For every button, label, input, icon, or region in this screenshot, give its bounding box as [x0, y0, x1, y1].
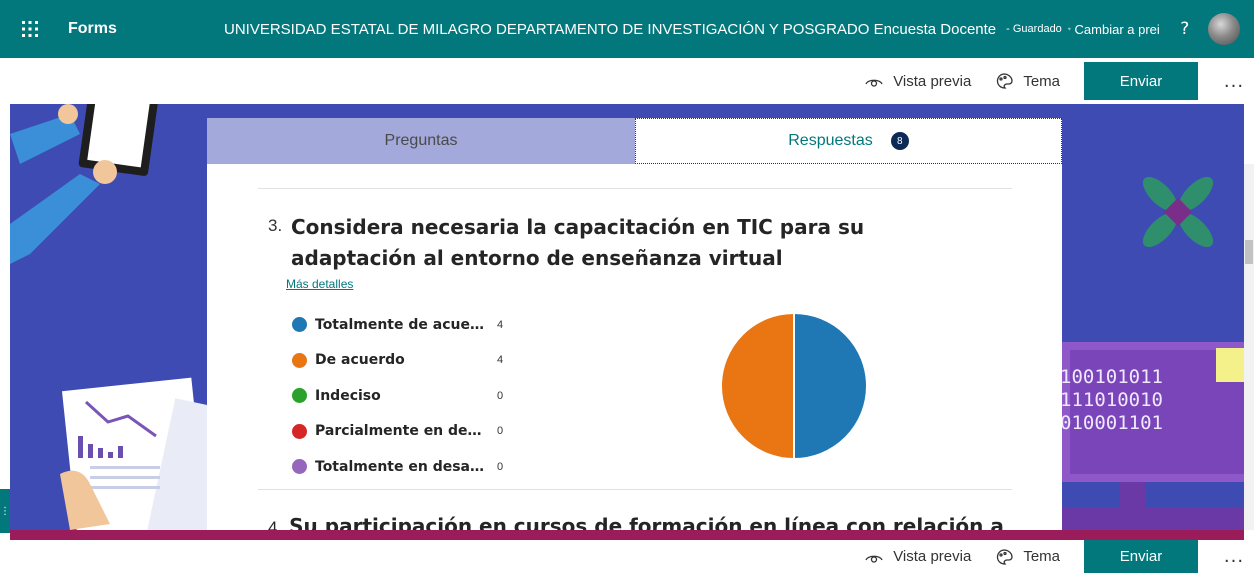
preview-label: Vista previa [893, 548, 972, 565]
avatar[interactable] [1207, 13, 1240, 45]
pie-slice[interactable] [720, 311, 795, 461]
divider [258, 188, 1012, 189]
legend-item: Indeciso 0 [292, 378, 512, 414]
switch-mode-label: Cambiar a prei [1074, 21, 1160, 37]
eye-icon [865, 555, 883, 563]
next-question-text: Su participación en cursos de formación … [289, 514, 1008, 530]
help-button[interactable]: ? [1174, 19, 1196, 39]
command-bar: Vista previa Tema Enviar ... [0, 58, 1254, 104]
legend-item: Totalmente en desacu... 0 [292, 449, 512, 485]
pie-slice[interactable] [793, 311, 868, 461]
legend-label: Parcialmente en desac... [315, 423, 485, 440]
theme-label: Tema [1023, 72, 1060, 90]
bottom-command-bar: Vista previa Tema Enviar ... [0, 540, 1254, 573]
legend-item: Totalmente de acuerdo 4 [292, 307, 512, 343]
legend-swatch [292, 388, 307, 404]
legend-label: Totalmente de acuerdo [315, 316, 485, 333]
legend-count: 0 [497, 389, 504, 402]
legend-item: Parcialmente en desac... 0 [292, 414, 512, 450]
preview-label: Vista previa [893, 72, 972, 90]
saved-status: - Guardado [1006, 23, 1062, 35]
legend-swatch [292, 459, 307, 475]
palette-icon [997, 548, 1013, 565]
top-bar: Forms UNIVERSIDAD ESTATAL DE MILAGRO DEP… [0, 0, 1254, 58]
palette-icon [997, 73, 1013, 89]
binary-decoration: 100101011 111010010 010001101 [1060, 366, 1163, 434]
next-question-number: 4. [268, 518, 283, 530]
tab-responses[interactable]: Respuestas 8 [635, 118, 1062, 164]
eye-icon [865, 79, 883, 87]
responses-count-badge: 8 [890, 132, 909, 150]
theme-button[interactable]: Tema [995, 548, 1060, 566]
side-handle[interactable]: ⋮ [0, 489, 10, 533]
diamond-icon [1067, 27, 1071, 31]
app-launcher-icon[interactable] [0, 0, 60, 58]
legend-label: Totalmente en desacu... [315, 458, 485, 475]
legend-label: Indeciso [315, 387, 381, 404]
tab-questions[interactable]: Preguntas [207, 118, 635, 164]
send-button[interactable]: Enviar [1084, 62, 1198, 100]
legend-swatch [292, 317, 307, 333]
legend-count: 4 [497, 318, 504, 331]
more-options-button[interactable]: ... [1214, 71, 1254, 92]
tab-questions-label: Preguntas [384, 132, 458, 149]
switch-mode-button[interactable]: Cambiar a prei [1067, 21, 1160, 37]
question-title: Considera necesaria la capacitación en T… [291, 215, 865, 270]
legend-count: 0 [497, 460, 504, 473]
preview-button[interactable]: Vista previa [865, 72, 971, 90]
scrollbar-track[interactable] [1244, 164, 1254, 530]
divider [258, 489, 1012, 490]
next-question-title: 4. Su participación en cursos de formaci… [268, 514, 1008, 530]
scrollbar-thumb[interactable] [1245, 240, 1253, 264]
app-name[interactable]: Forms [68, 20, 208, 38]
tab-responses-label: Respuestas [788, 132, 873, 149]
more-details-link[interactable]: Más detalles [286, 277, 353, 291]
footer-accent-bar [10, 530, 1244, 540]
form-title[interactable]: UNIVERSIDAD ESTATAL DE MILAGRO DEPARTAME… [224, 21, 996, 38]
theme-label: Tema [1023, 548, 1060, 565]
send-button[interactable]: Enviar [1084, 540, 1198, 573]
legend-count: 0 [497, 425, 504, 438]
legend-count: 4 [497, 354, 504, 367]
question-number: 3. [268, 216, 283, 235]
theme-button[interactable]: Tema [995, 72, 1060, 90]
more-options-button[interactable]: ... [1214, 546, 1254, 567]
chart-legend: Totalmente de acuerdo 4 De acuerdo 4 Ind… [292, 307, 512, 485]
legend-item: De acuerdo 4 [292, 343, 512, 379]
legend-swatch [292, 352, 307, 368]
legend-swatch [292, 423, 307, 439]
preview-button[interactable]: Vista previa [865, 548, 971, 566]
pie-chart [720, 311, 868, 461]
legend-label: De acuerdo [315, 352, 405, 369]
